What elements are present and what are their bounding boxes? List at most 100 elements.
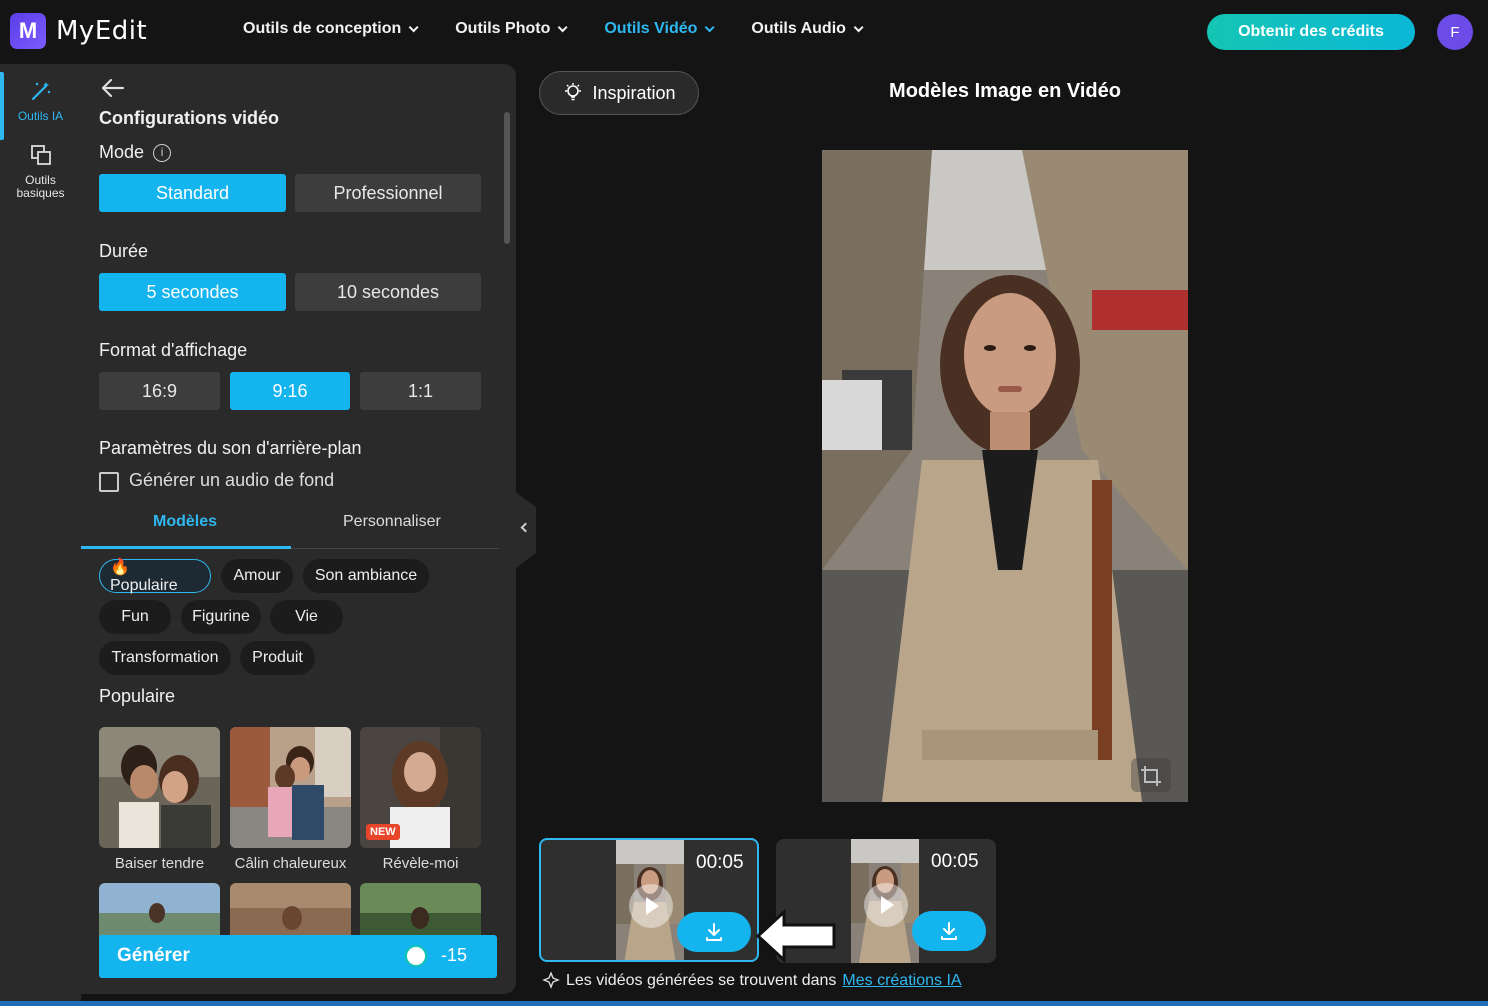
new-badge: NEW bbox=[366, 824, 400, 840]
format-1-1-button[interactable]: 1:1 bbox=[360, 372, 481, 410]
my-ai-creations-link[interactable]: Mes créations IA bbox=[842, 972, 961, 990]
duration-label: Durée bbox=[99, 241, 149, 261]
mode-label-row: Mode i bbox=[99, 142, 172, 163]
crop-button[interactable] bbox=[1131, 758, 1171, 792]
template-image bbox=[360, 883, 481, 943]
generate-label: Générer bbox=[117, 945, 190, 966]
template-tender-kiss[interactable] bbox=[99, 727, 220, 848]
play-icon[interactable] bbox=[864, 883, 908, 927]
chip-transformation[interactable]: Transformation bbox=[99, 641, 231, 675]
template-tabs: Modèles Personnaliser bbox=[81, 507, 499, 549]
nav-video-tools[interactable]: Outils Vidéo bbox=[604, 20, 715, 38]
logo-icon: M bbox=[10, 13, 46, 49]
chevron-down-icon bbox=[408, 21, 419, 32]
format-label: Format d'affichage bbox=[99, 340, 248, 360]
chip-figurine[interactable]: Figurine bbox=[181, 600, 261, 634]
video-duration: 00:05 bbox=[696, 852, 744, 873]
top-bar: M MyEdit Outils de conception Outils Pho… bbox=[0, 0, 1488, 64]
rail-item-ai-tools[interactable]: Outils IA bbox=[0, 72, 81, 140]
get-credits-button[interactable]: Obtenir des crédits bbox=[1207, 14, 1415, 50]
mode-standard-button[interactable]: Standard bbox=[99, 174, 286, 212]
tab-customize[interactable]: Personnaliser bbox=[343, 513, 441, 531]
duration-10s-button[interactable]: 10 secondes bbox=[295, 273, 481, 311]
panel-title: Configurations vidéo bbox=[99, 108, 279, 128]
generate-button[interactable]: Générer -15 bbox=[99, 935, 497, 978]
template-warm-hug[interactable] bbox=[230, 727, 351, 848]
footer-note: Les vidéos générées se trouvent dans Mes… bbox=[542, 972, 962, 990]
rail-item-basic-tools[interactable]: Outils basiques bbox=[0, 142, 81, 200]
template-item[interactable] bbox=[99, 883, 220, 943]
app-name: MyEdit bbox=[56, 16, 148, 46]
rail-label: Outils IA bbox=[17, 109, 64, 123]
chip-product[interactable]: Produit bbox=[240, 641, 315, 675]
chevron-left-icon bbox=[520, 522, 531, 533]
main-nav: Outils de conception Outils Photo Outils… bbox=[243, 20, 900, 38]
sparkle-icon bbox=[542, 972, 560, 989]
layers-icon bbox=[28, 142, 54, 168]
nav-audio-tools[interactable]: Outils Audio bbox=[751, 20, 864, 38]
footer-note-text: Les vidéos générées se trouvent dans bbox=[566, 972, 837, 989]
mode-professional-button[interactable]: Professionnel bbox=[295, 174, 481, 212]
tab-models[interactable]: Modèles bbox=[153, 513, 217, 531]
template-label: Câlin chaleureux bbox=[234, 855, 347, 872]
download-button[interactable] bbox=[677, 912, 751, 952]
chevron-down-icon bbox=[705, 21, 715, 32]
download-icon bbox=[941, 922, 957, 940]
left-rail: Outils IA Outils basiques bbox=[0, 64, 81, 1006]
template-label: Révèle-moi bbox=[382, 855, 459, 872]
lightbulb-icon bbox=[565, 83, 582, 101]
app-logo[interactable]: M MyEdit bbox=[10, 13, 147, 49]
template-image bbox=[230, 727, 351, 848]
chip-fun[interactable]: Fun bbox=[99, 600, 171, 634]
download-button[interactable] bbox=[912, 911, 986, 951]
back-arrow-icon[interactable] bbox=[101, 78, 125, 98]
template-item[interactable] bbox=[360, 883, 481, 943]
play-icon[interactable] bbox=[629, 884, 673, 928]
format-9-16-button[interactable]: 9:16 bbox=[230, 372, 350, 410]
template-image bbox=[230, 883, 351, 943]
background-audio-label[interactable]: Générer un audio de fond bbox=[129, 470, 334, 491]
nav-photo-tools[interactable]: Outils Photo bbox=[455, 20, 568, 38]
collapse-panel-handle[interactable] bbox=[516, 492, 536, 568]
inspiration-label: Inspiration bbox=[592, 82, 676, 103]
annotation-arrow-icon bbox=[756, 908, 836, 964]
template-item[interactable] bbox=[230, 883, 351, 943]
chip-popular[interactable]: 🔥 Populaire bbox=[99, 559, 211, 594]
page-title: Modèles Image en Vidéo bbox=[889, 80, 1121, 102]
template-image bbox=[99, 727, 220, 848]
info-icon[interactable]: i bbox=[153, 144, 172, 163]
mode-label: Mode bbox=[99, 142, 145, 162]
chevron-down-icon bbox=[558, 21, 568, 32]
preview-image bbox=[822, 150, 1188, 802]
chip-ambient-sound[interactable]: Son ambiance bbox=[303, 559, 429, 593]
crop-icon bbox=[1141, 766, 1161, 786]
background-audio-checkbox[interactable] bbox=[99, 472, 119, 492]
chip-life[interactable]: Vie bbox=[270, 600, 343, 634]
avatar[interactable]: F bbox=[1437, 14, 1473, 50]
nav-label: Outils de conception bbox=[243, 20, 402, 37]
chip-love[interactable]: Amour bbox=[221, 559, 293, 593]
rail-label: Outils basiques bbox=[16, 173, 65, 200]
video-card[interactable]: 00:05 bbox=[539, 838, 759, 962]
sound-label: Paramètres du son d'arrière-plan bbox=[99, 438, 362, 458]
popular-section-label: Populaire bbox=[99, 686, 176, 706]
credit-coin-icon bbox=[405, 945, 427, 967]
nav-label: Outils Audio bbox=[751, 20, 846, 37]
inspiration-button[interactable]: Inspiration bbox=[539, 71, 699, 115]
duration-5s-button[interactable]: 5 secondes bbox=[99, 273, 286, 311]
config-panel: Configurations vidéo Mode i Standard Pro… bbox=[81, 64, 516, 994]
format-16-9-button[interactable]: 16:9 bbox=[99, 372, 220, 410]
magic-wand-icon bbox=[28, 78, 54, 104]
panel-scrollbar[interactable] bbox=[504, 112, 510, 244]
bottom-strip bbox=[0, 1001, 1488, 1006]
active-tab-indicator bbox=[81, 546, 291, 549]
nav-label: Outils Photo bbox=[455, 20, 551, 37]
preview-photo bbox=[822, 150, 1188, 802]
nav-label: Outils Vidéo bbox=[604, 20, 698, 37]
chevron-down-icon bbox=[853, 21, 864, 32]
template-label: Baiser tendre bbox=[114, 855, 205, 872]
nav-design-tools[interactable]: Outils de conception bbox=[243, 20, 419, 38]
template-image bbox=[99, 883, 220, 943]
template-reveal-me[interactable]: NEW bbox=[360, 727, 481, 848]
download-icon bbox=[706, 923, 722, 941]
